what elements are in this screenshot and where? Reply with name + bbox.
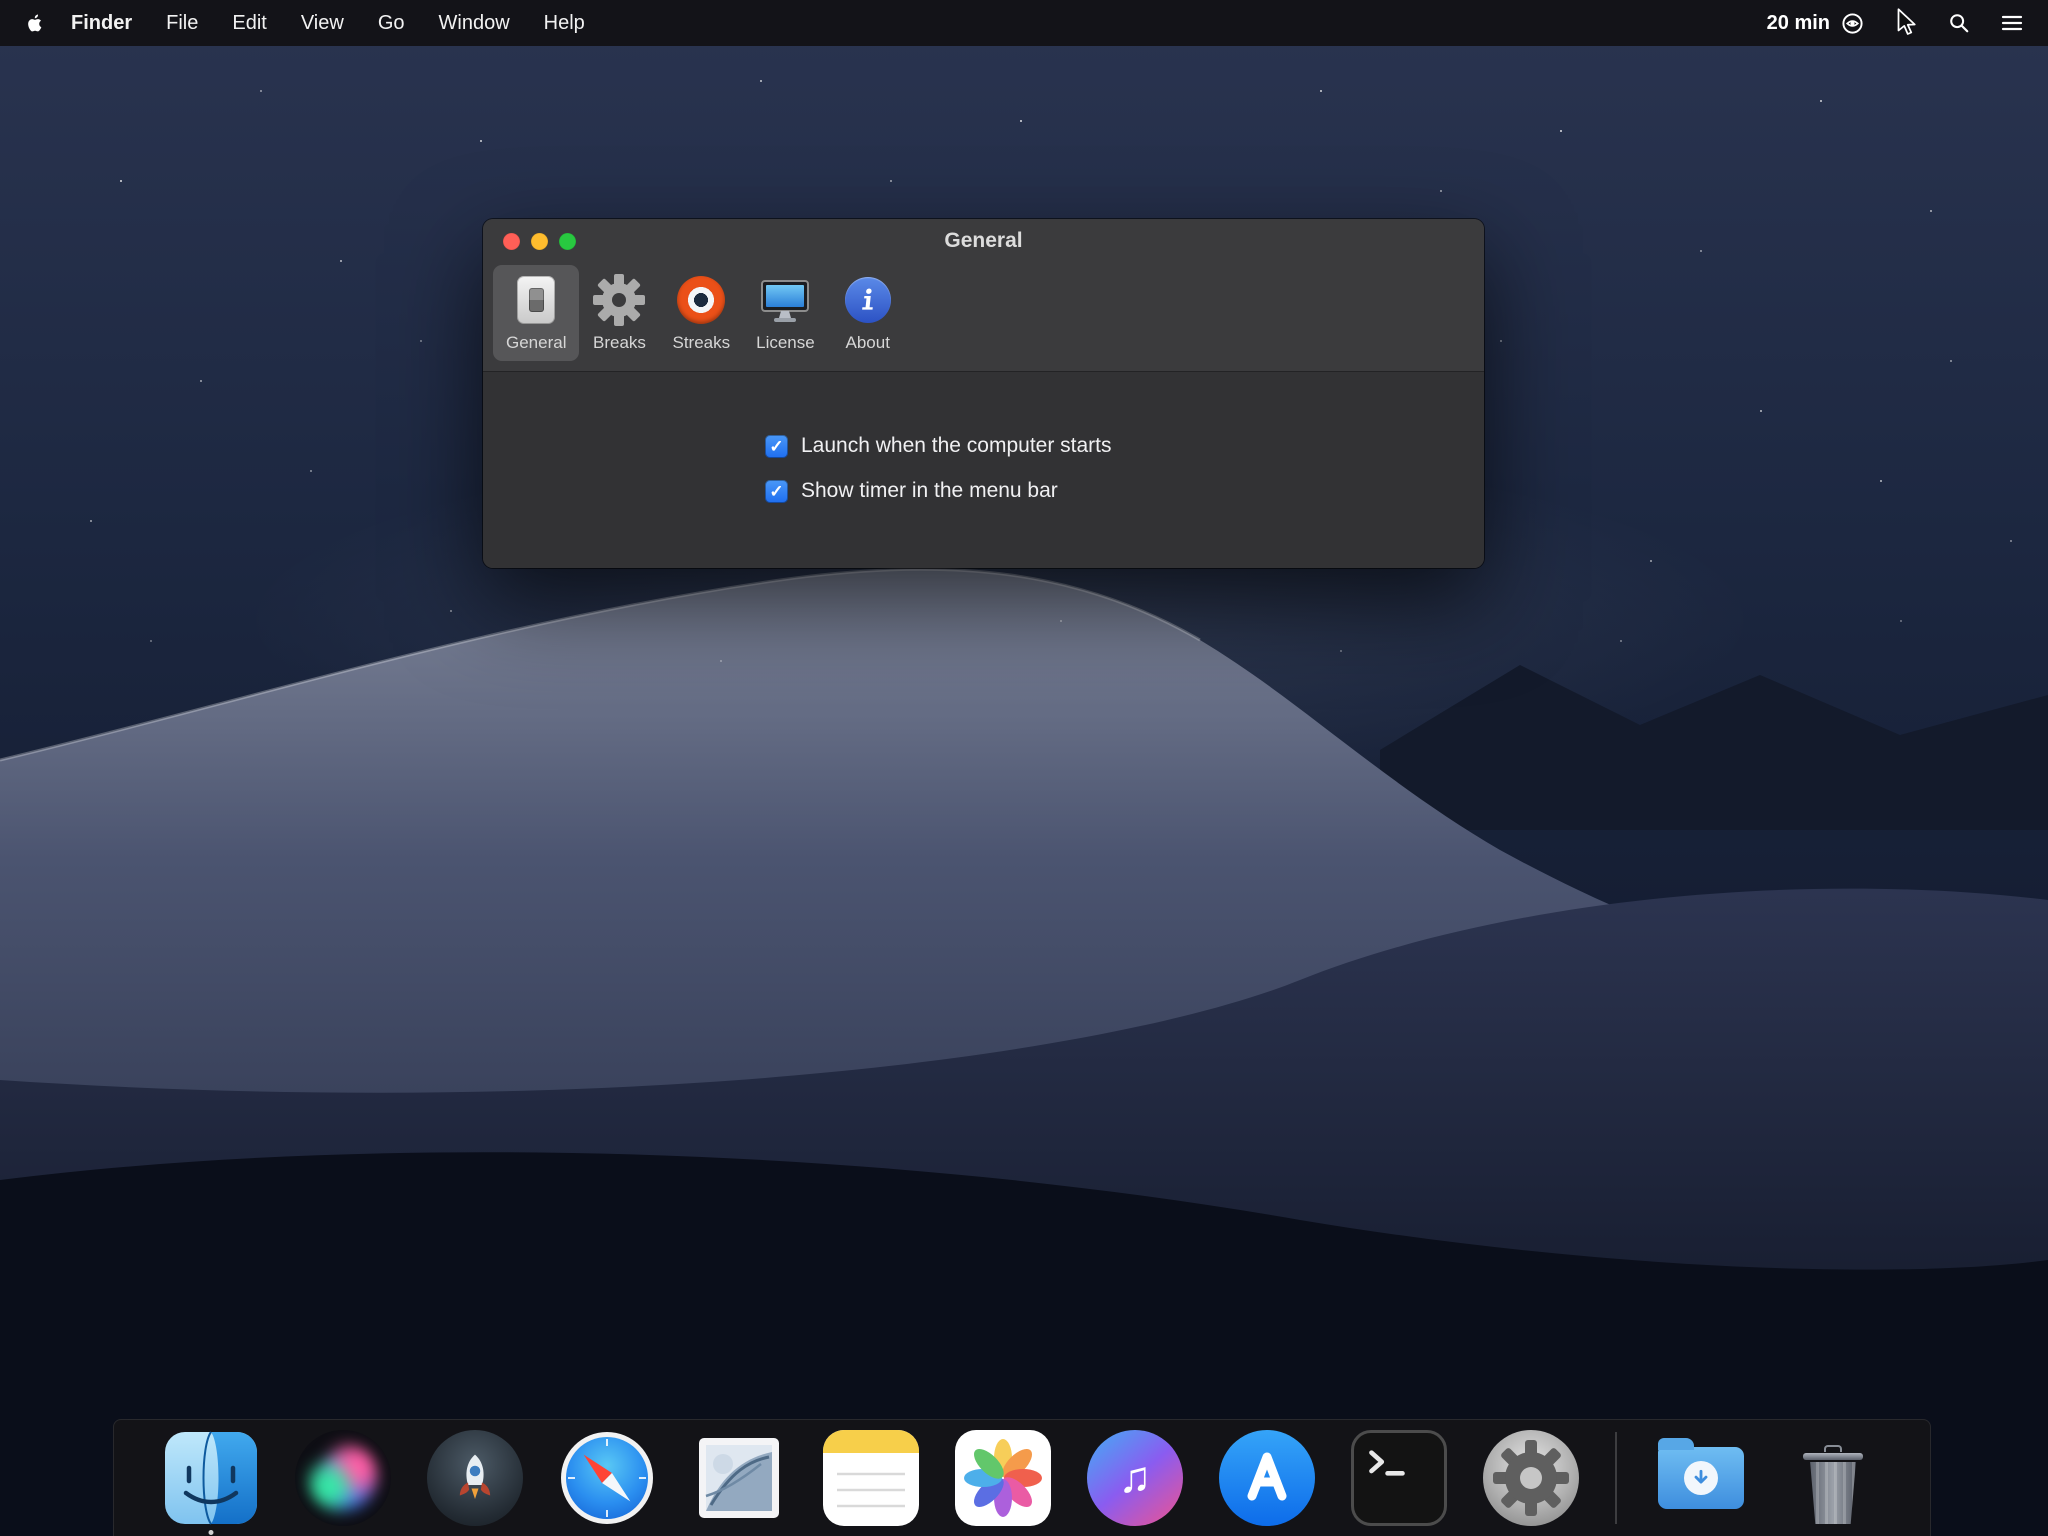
minimize-button[interactable]	[531, 233, 548, 250]
option-launch-at-startup[interactable]: Launch when the computer starts	[765, 432, 1484, 460]
apple-menu-icon[interactable]	[24, 12, 46, 34]
tab-general[interactable]: General	[493, 265, 579, 361]
light-switch-icon	[509, 273, 563, 327]
mouse-cursor	[1894, 8, 1918, 38]
dock-photos-icon[interactable]	[955, 1430, 1051, 1526]
music-note-glyph	[1119, 1456, 1152, 1500]
dock-downloads-folder-icon[interactable]	[1653, 1430, 1749, 1526]
timer-remaining-label: 20 min	[1767, 12, 1830, 35]
tab-streaks[interactable]: Streaks	[659, 265, 743, 361]
preferences-window: General General	[483, 219, 1484, 568]
tab-license[interactable]: License	[743, 265, 828, 361]
preferences-toolbar: General	[483, 263, 1484, 372]
timer-eye-icon	[1841, 12, 1864, 35]
tab-streaks-label: Streaks	[672, 332, 730, 353]
tab-license-label: License	[756, 332, 815, 353]
tab-breaks[interactable]: Breaks	[579, 265, 659, 361]
dock-music-icon[interactable]	[1087, 1430, 1183, 1526]
window-titlebar[interactable]: General	[483, 219, 1484, 263]
menu-bar-status: 20 min	[1767, 8, 2032, 38]
dock-separator	[1615, 1432, 1617, 1524]
desktop: Finder File Edit View Go Window Help 20 …	[0, 0, 2048, 1536]
menu-edit[interactable]: Edit	[215, 12, 283, 35]
timeout-menu-extra[interactable]: 20 min	[1767, 12, 1864, 35]
menu-window[interactable]: Window	[422, 12, 527, 35]
close-button[interactable]	[503, 233, 520, 250]
dock-trash-icon[interactable]	[1785, 1430, 1881, 1526]
tab-about-label: About	[846, 332, 890, 353]
notification-center-icon[interactable]	[2000, 11, 2024, 35]
tab-general-label: General	[506, 332, 566, 353]
display-icon	[758, 273, 812, 327]
info-icon	[841, 273, 895, 327]
tab-about[interactable]: About	[828, 265, 908, 361]
menu-go[interactable]: Go	[361, 12, 422, 35]
dock-finder-icon[interactable]	[163, 1430, 259, 1526]
menu-bar: Finder File Edit View Go Window Help 20 …	[0, 0, 2048, 46]
menu-help[interactable]: Help	[527, 12, 602, 35]
menu-file[interactable]: File	[149, 12, 215, 35]
dock-system-preferences-icon[interactable]	[1483, 1430, 1579, 1526]
dock-safari-icon[interactable]	[559, 1430, 655, 1526]
finder-running-indicator	[209, 1530, 214, 1535]
menu-view[interactable]: View	[284, 12, 361, 35]
download-arrow-icon	[1684, 1461, 1718, 1495]
launch-at-startup-checkbox[interactable]	[765, 435, 788, 458]
spotlight-search-icon[interactable]	[1948, 12, 1970, 34]
traffic-lights	[503, 219, 576, 263]
dock-app-store-icon[interactable]	[1219, 1430, 1315, 1526]
eye-icon	[674, 273, 728, 327]
zoom-button[interactable]	[559, 233, 576, 250]
general-pane: Launch when the computer starts Show tim…	[483, 372, 1484, 568]
tab-breaks-label: Breaks	[593, 332, 646, 353]
gear-icon	[592, 273, 646, 327]
dock	[113, 1419, 1931, 1536]
dock-notes-icon[interactable]	[823, 1430, 919, 1526]
dock-mail-icon[interactable]	[691, 1430, 787, 1526]
window-title: General	[944, 229, 1022, 253]
dock-launchpad-icon[interactable]	[427, 1430, 523, 1526]
option-show-timer[interactable]: Show timer in the menu bar	[765, 477, 1484, 505]
show-timer-checkbox[interactable]	[765, 480, 788, 503]
menu-bar-left: Finder File Edit View Go Window Help	[16, 12, 602, 35]
show-timer-label: Show timer in the menu bar	[801, 479, 1058, 503]
menu-finder[interactable]: Finder	[54, 12, 149, 35]
launch-at-startup-label: Launch when the computer starts	[801, 434, 1112, 458]
dock-siri-icon[interactable]	[295, 1430, 391, 1526]
dock-terminal-icon[interactable]	[1351, 1430, 1447, 1526]
